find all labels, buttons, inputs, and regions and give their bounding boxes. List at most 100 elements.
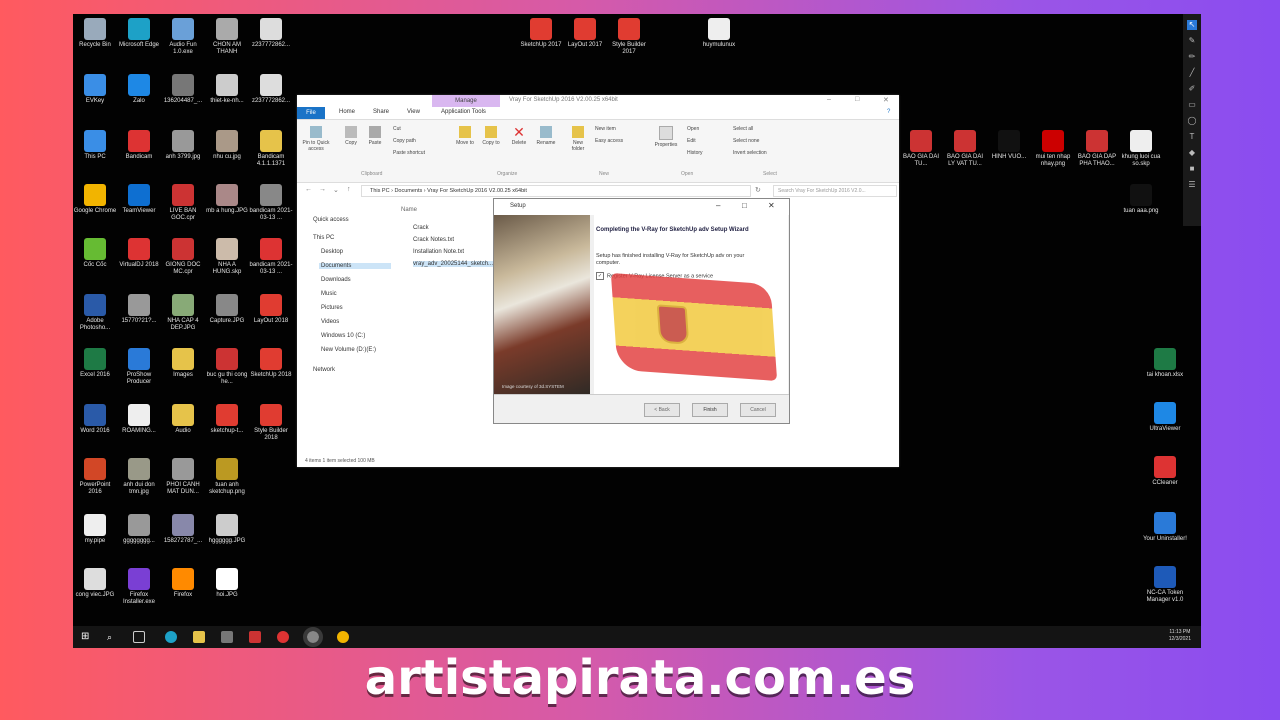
desktop-icon[interactable]: nhu cu.jpg [205,130,249,161]
desktop-icon[interactable]: thiet-ke-nh... [205,74,249,105]
desktop-icon[interactable]: BAO GIA DAI TU... [899,130,943,168]
desktop-icon[interactable]: TeamViewer [117,184,161,215]
settings-icon[interactable]: ☰ [1187,180,1197,190]
desktop-icon[interactable]: LIVE BAN GOC.cpr [161,184,205,222]
store-icon[interactable] [221,631,233,643]
cancel-button[interactable]: Cancel [740,403,776,417]
maximize-icon[interactable]: □ [742,201,747,210]
desktop-icon[interactable]: BAO GIA DAP PHA THAO... [1075,130,1119,168]
nav-drive-d[interactable]: New Volume (D:)(E:) [321,347,376,353]
minimize-icon[interactable]: – [827,96,831,103]
task-view-icon[interactable] [133,631,145,643]
desktop-icon[interactable]: Cốc Cốc [73,238,117,269]
invert-selection-button[interactable]: Invert selection [733,150,767,156]
desktop-icon[interactable]: tuan anh sketchup.png [205,458,249,496]
desktop-icon[interactable]: tai khoan.xlsx [1143,348,1187,379]
desktop-icon[interactable]: Bandicam 4.1.1.1371 [249,130,293,168]
history-button[interactable]: History [687,150,703,156]
desktop-icon[interactable]: Word 2016 [73,404,117,435]
app-icon[interactable] [249,631,261,643]
file-item[interactable]: Crack [413,225,429,231]
tab-share[interactable]: Share [373,109,389,115]
breadcrumb[interactable]: This PC › Documents › Vray For SketchUp … [361,185,751,197]
desktop-icon[interactable]: my.pipe [73,514,117,545]
file-item-selected[interactable]: vray_adv_20025144_sketch... [413,261,498,267]
desktop-icon[interactable]: GIONG DOC MC.cpr [161,238,205,276]
marker-icon[interactable]: ✐ [1187,84,1197,94]
select-all-button[interactable]: Select all [733,126,753,132]
clear-icon[interactable]: ■ [1187,164,1197,174]
desktop-icon[interactable]: bandicam 2021-03-13 ... [249,238,293,276]
desktop-icon[interactable]: CHON AM THANH [205,18,249,56]
bandicam-icon[interactable] [277,631,289,643]
rename-button[interactable]: Rename [533,126,559,146]
move-to-button[interactable]: Move to [453,126,477,146]
tab-home[interactable]: Home [339,109,355,115]
desktop-icon[interactable]: ProShow Producer [117,348,161,386]
nav-videos[interactable]: Videos [321,319,339,325]
close-icon[interactable]: ✕ [768,201,775,210]
desktop-icon[interactable]: hgggggg.JPG [205,514,249,545]
back-arrow-icon[interactable]: ← [305,186,312,193]
nav-downloads[interactable]: Downloads [321,277,351,283]
desktop-icon[interactable]: EVKey [73,74,117,105]
nav-pictures[interactable]: Pictures [321,305,343,311]
paste-button[interactable]: Paste [365,126,385,146]
desktop-icon[interactable]: z237772862... [249,74,293,105]
pencil-icon[interactable]: ✏ [1187,52,1197,62]
desktop-icon[interactable]: VirtualDJ 2018 [117,238,161,269]
start-icon[interactable]: ⊞ [81,631,93,643]
desktop-icon[interactable]: This PC [73,130,117,161]
desktop-icon[interactable]: Style Builder 2018 [249,404,293,442]
nav-music[interactable]: Music [321,291,337,297]
close-icon[interactable]: ✕ [883,96,889,104]
desktop-icon[interactable]: Microsoft Edge [117,18,161,49]
desktop-icon[interactable]: Capture.JPG [205,294,249,325]
new-folder-button[interactable]: New folder [567,126,589,152]
tab-view[interactable]: View [407,109,420,115]
desktop-icon[interactable]: PowerPoint 2016 [73,458,117,496]
desktop-icon[interactable]: 158272787_... [161,514,205,545]
desktop-icon[interactable]: z237772862... [249,18,293,49]
desktop-icon[interactable]: Your Uninstaller! [1143,512,1187,543]
desktop-icon[interactable]: UltraViewer [1143,402,1187,433]
nav-documents[interactable]: Documents [319,263,391,269]
desktop-icon[interactable]: anh 3799.jpg [161,130,205,161]
file-item[interactable]: Installation Note.txt [413,249,464,255]
tab-application-tools[interactable]: Application Tools [441,109,486,115]
desktop-icon[interactable]: PHOI CANH MAT DUN... [161,458,205,496]
nav-drive-c[interactable]: Windows 10 (C:) [321,333,365,339]
search-input[interactable]: Search Vray For SketchUp 2016 V2.0... [773,185,897,197]
ellipse-icon[interactable]: ◯ [1187,116,1197,126]
desktop-icon[interactable]: CCleaner [1143,456,1187,487]
desktop-icon[interactable]: Bandicam [117,130,161,161]
desktop-icon[interactable]: Audio Fun 1.0.exe [161,18,205,56]
system-tray-clock[interactable]: 11:13 PM 12/3/2021 [1169,629,1191,643]
new-item-button[interactable]: New item [595,126,616,132]
desktop-icon[interactable]: NC-CA Token Manager v1.0 [1143,566,1187,604]
desktop-icon[interactable]: NHA A HUNG.skp [205,238,249,276]
desktop-icon[interactable]: cong viec.JPG [73,568,117,599]
nav-quick-access[interactable]: Quick access [313,217,349,223]
desktop-icon[interactable]: mb a hung.JPG [205,184,249,215]
desktop-icon[interactable]: LayOut 2017 [563,18,607,49]
desktop-icon[interactable]: SketchUp 2018 [249,348,293,379]
desktop-icon[interactable]: bandicam 2021-03-13 ... [249,184,293,222]
nav-this-pc[interactable]: This PC [313,235,334,241]
desktop-icon[interactable]: Recycle Bin [73,18,117,49]
desktop-icon[interactable]: buc gu thi cong he... [205,348,249,386]
paste-shortcut-button[interactable]: Paste shortcut [393,150,425,156]
desktop-icon[interactable]: Google Chrome [73,184,117,215]
desktop-icon[interactable]: Audio [161,404,205,435]
rectangle-icon[interactable]: ▭ [1187,100,1197,110]
delete-button[interactable]: ✕ Delete [507,125,531,146]
desktop-icon[interactable]: LayOut 2018 [249,294,293,325]
select-none-button[interactable]: Select none [733,138,759,144]
easy-access-button[interactable]: Easy access [595,138,623,144]
recent-chevron-icon[interactable]: ⌄ [333,186,339,194]
chrome-icon[interactable] [337,631,349,643]
pen-icon[interactable]: ✎ [1187,36,1197,46]
vray-setup-icon[interactable] [303,627,323,647]
desktop-icon[interactable]: Images [161,348,205,379]
help-icon[interactable]: ? [887,109,890,115]
